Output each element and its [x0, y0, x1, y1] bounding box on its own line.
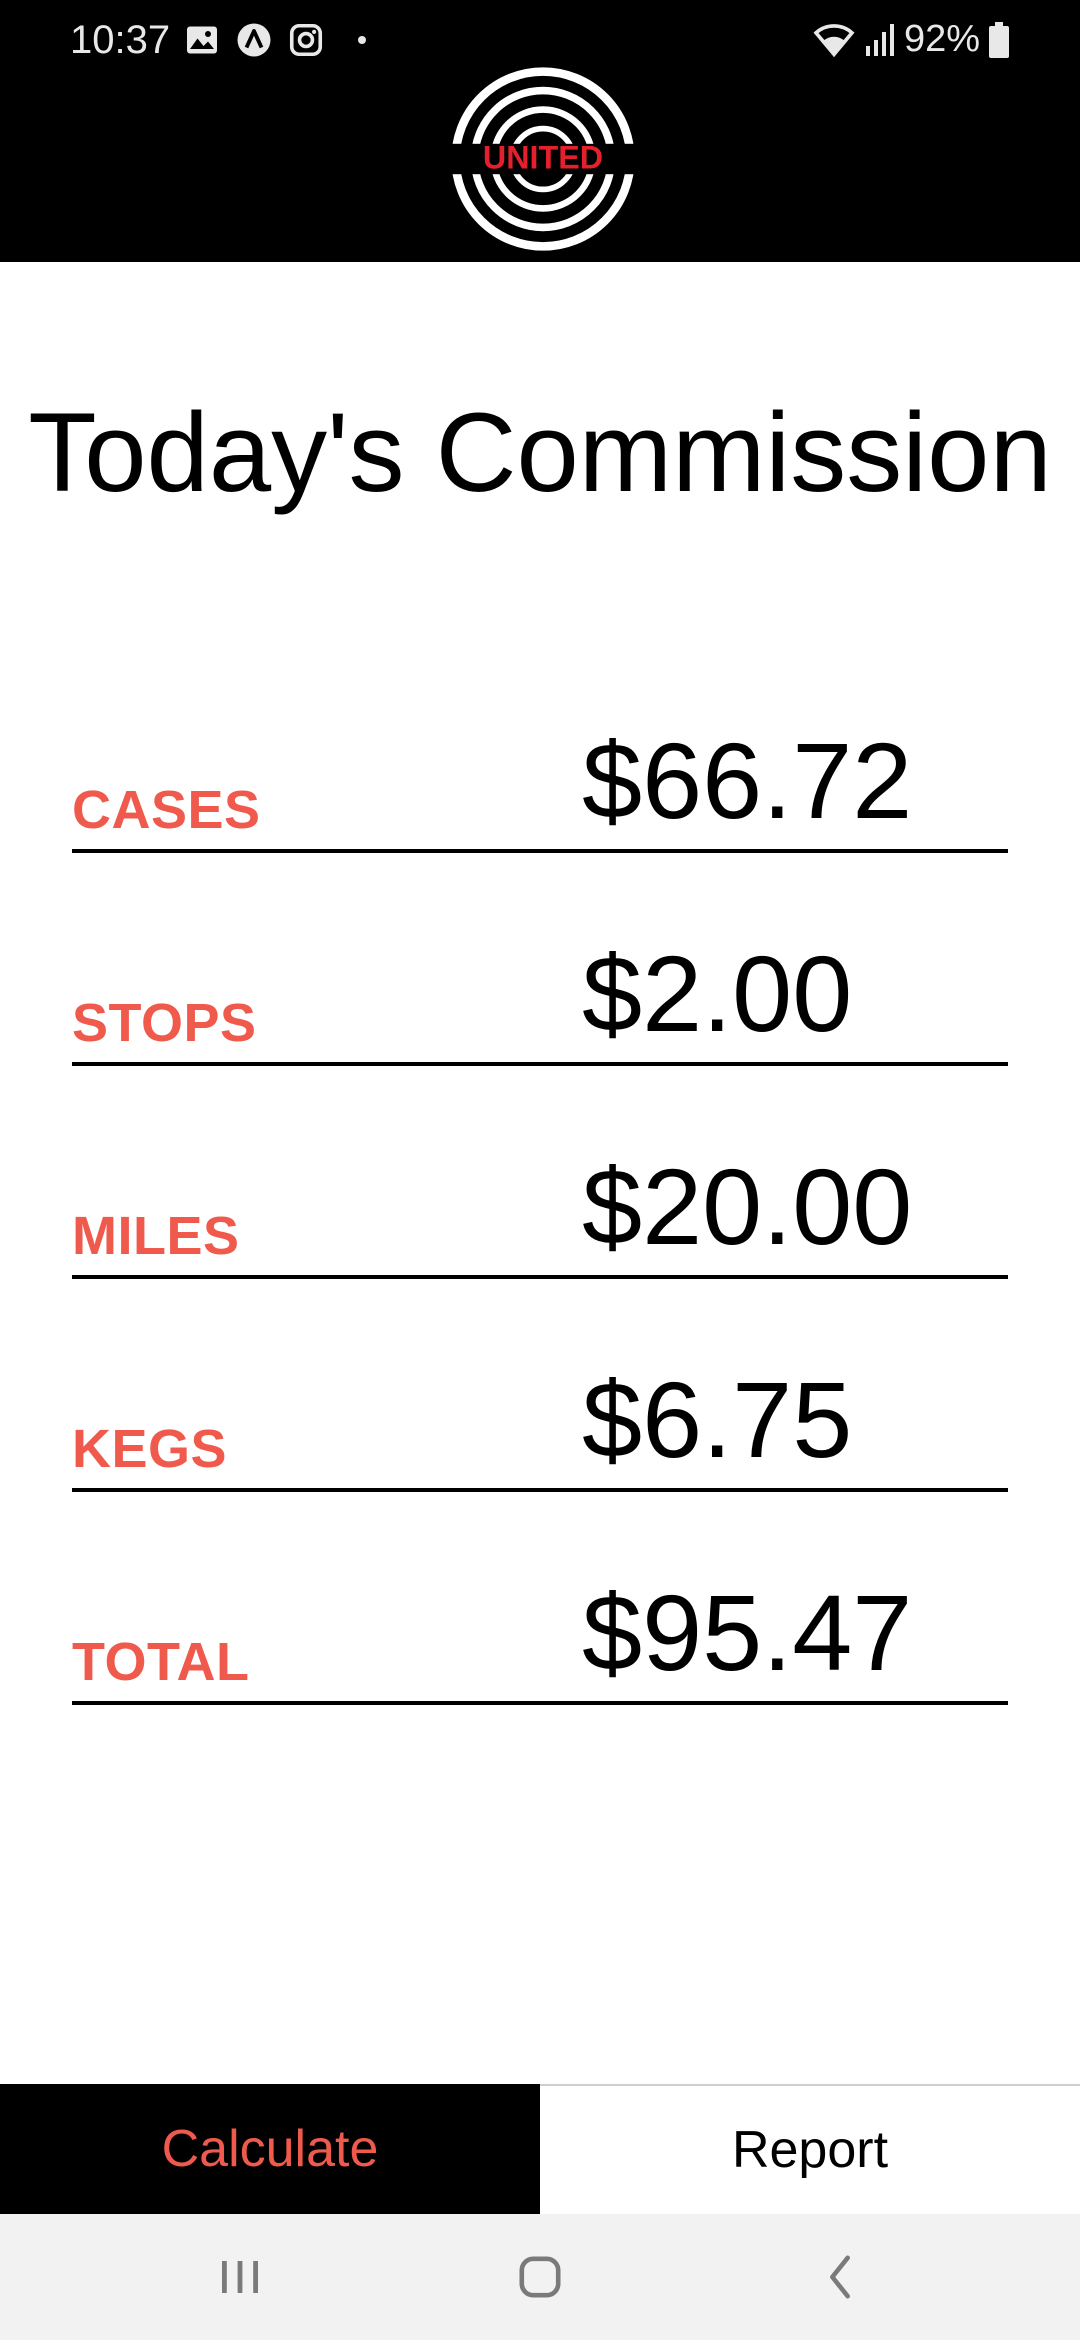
- recents-button[interactable]: [150, 2214, 330, 2340]
- home-button[interactable]: [450, 2214, 630, 2340]
- more-notifications-dot: [358, 36, 366, 44]
- signal-icon: [865, 23, 894, 56]
- tab-report[interactable]: Report: [540, 2084, 1080, 2214]
- status-time: 10:37: [70, 18, 171, 62]
- cases-label: CASES: [72, 780, 261, 840]
- a-circle-icon: [237, 23, 271, 57]
- commission-row-stops: $2.00 STOPS: [72, 853, 1008, 1066]
- tab-calculate[interactable]: Calculate: [0, 2084, 540, 2214]
- instagram-icon: [289, 23, 323, 57]
- row-divider: [72, 1701, 1008, 1705]
- page-title: Today's Commission: [28, 390, 1052, 515]
- logo-wordmark: UNITED: [483, 140, 603, 176]
- miles-label: MILES: [72, 1206, 240, 1266]
- commission-row-miles: $20.00 MILES: [72, 1066, 1008, 1279]
- app-screen: 10:37 92% UNITED Today's Commission $66.…: [0, 0, 1080, 2340]
- miles-value: $20.00: [582, 1146, 913, 1267]
- commission-row-kegs: $6.75 KEGS: [72, 1279, 1008, 1492]
- wifi-icon: [813, 23, 855, 57]
- stops-label: STOPS: [72, 993, 257, 1053]
- status-system-icons: 92%: [812, 18, 1010, 61]
- back-button[interactable]: [750, 2214, 930, 2340]
- total-label: TOTAL: [72, 1632, 250, 1692]
- battery-icon: [989, 21, 1009, 58]
- home-icon: [519, 2256, 561, 2298]
- stops-value: $2.00: [582, 933, 853, 1054]
- status-notification-icons: [184, 22, 366, 58]
- app-header: 10:37 92% UNITED: [0, 0, 1080, 262]
- kegs-label: KEGS: [72, 1419, 228, 1479]
- system-navigation-bar: [0, 2214, 1080, 2340]
- commission-row-cases: $66.72 CASES: [72, 640, 1008, 853]
- commission-row-total: $95.47 TOTAL: [72, 1492, 1008, 1705]
- back-icon: [830, 2255, 850, 2299]
- kegs-value: $6.75: [582, 1359, 853, 1480]
- total-value: $95.47: [582, 1572, 913, 1693]
- united-logo: UNITED: [449, 67, 637, 251]
- recents-icon: [222, 2261, 258, 2293]
- bottom-tab-bar: Calculate Report: [0, 2084, 1080, 2214]
- commission-list: $66.72 CASES $2.00 STOPS $20.00 MILES $6…: [72, 640, 1008, 1705]
- gallery-icon: [187, 26, 217, 54]
- cases-value: $66.72: [582, 720, 913, 841]
- battery-percent: 92%: [903, 18, 980, 60]
